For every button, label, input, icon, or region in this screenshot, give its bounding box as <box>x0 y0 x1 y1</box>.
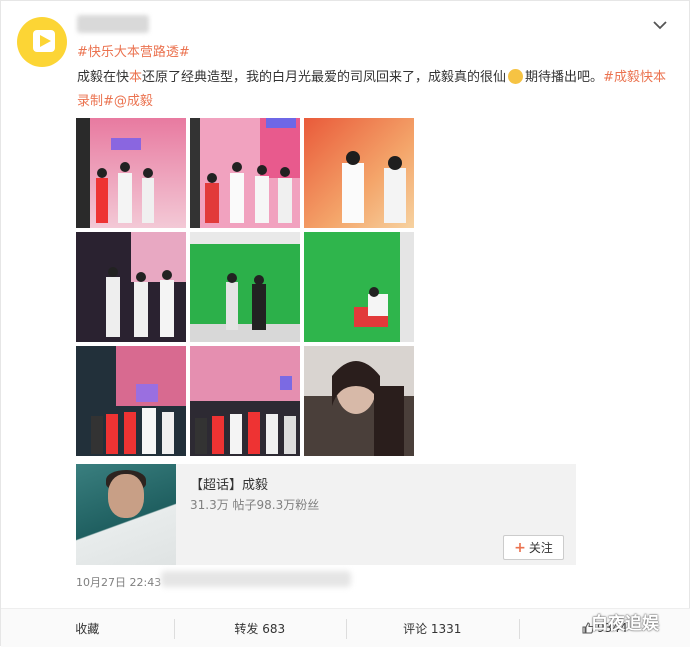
photo-thumb[interactable] <box>190 232 300 342</box>
repost-button[interactable]: 转发 683 <box>174 609 347 647</box>
action-bar: 收藏 转发 683 评论 1331 9344 <box>1 608 690 647</box>
follow-label: 关注 <box>529 539 553 556</box>
photo-thumb[interactable] <box>190 118 300 228</box>
topic-tag[interactable]: #快乐大本营路透# <box>77 41 190 60</box>
post-text-segment: 还原了经典造型，我的白月光最爱的司凤回来了，成毅真的很仙 <box>142 70 506 85</box>
weibo-post-card: #快乐大本营路透# 成毅在快本还原了经典造型，我的白月光最爱的司凤回来了，成毅真… <box>0 0 690 646</box>
avatar[interactable] <box>17 17 67 67</box>
photo-thumb[interactable] <box>76 118 186 228</box>
follow-button[interactable]: + 关注 <box>503 535 564 560</box>
favorite-button[interactable]: 收藏 <box>1 609 174 647</box>
hashtag-link[interactable]: #成毅快 <box>603 70 653 85</box>
photo-thumb[interactable] <box>304 118 414 228</box>
hashtag-link[interactable]: 录制# <box>77 94 114 109</box>
username-blurred[interactable] <box>77 15 149 33</box>
post-text-segment: 期待播出吧。 <box>525 70 603 85</box>
emoji-icon <box>508 69 523 84</box>
comment-button[interactable]: 评论 1331 <box>346 609 519 647</box>
repost-label: 转发 683 <box>234 620 285 637</box>
post-text-segment: 本 <box>129 70 142 85</box>
hashtag-link[interactable]: @成毅 <box>114 94 153 109</box>
plus-icon: + <box>514 540 526 556</box>
photo-thumb[interactable] <box>76 346 186 456</box>
supertopic-cover-image <box>76 464 176 565</box>
post-timestamp[interactable]: 10月27日 22:43 <box>76 574 161 590</box>
photo-thumb[interactable] <box>190 346 300 456</box>
watermark-text: 白夜追娱 <box>591 609 659 634</box>
favorite-label: 收藏 <box>75 620 99 637</box>
comment-label: 评论 1331 <box>403 620 461 637</box>
supertopic-stats: 31.3万 帖子98.3万粉丝 <box>190 496 319 513</box>
chevron-down-icon[interactable] <box>653 15 667 34</box>
photo-thumb[interactable] <box>76 232 186 342</box>
post-text: 成毅在快本还原了经典造型，我的白月光最爱的司凤回来了，成毅真的很仙期待播出吧。#… <box>77 66 677 114</box>
photo-thumb[interactable] <box>304 346 414 456</box>
supertopic-title[interactable]: 【超话】成毅 <box>190 474 268 493</box>
supertopic-card[interactable]: 【超话】成毅 31.3万 帖子98.3万粉丝 + 关注 <box>76 464 576 565</box>
post-text-segment: 本 <box>653 70 666 85</box>
post-text-segment: 成毅在快 <box>77 70 129 85</box>
photo-thumb[interactable] <box>304 232 414 342</box>
source-blurred <box>161 571 351 587</box>
